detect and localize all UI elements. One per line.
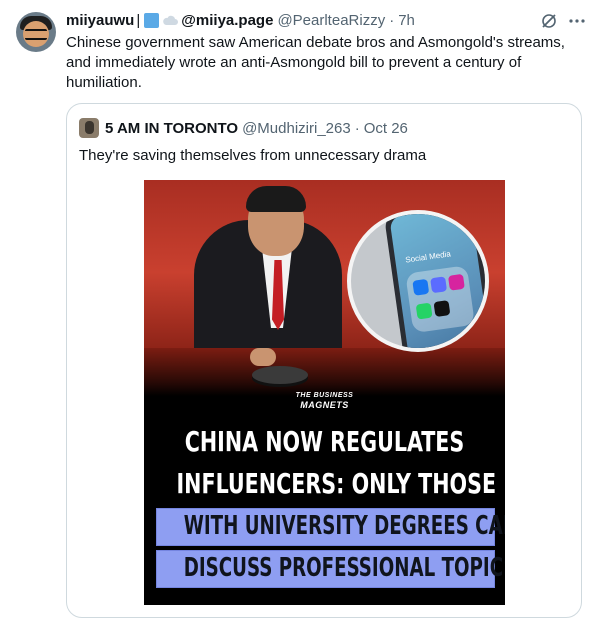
highlight-line-1: WITH UNIVERSITY DEGREES CAN xyxy=(183,511,505,541)
grok-icon[interactable] xyxy=(540,12,558,30)
more-icon[interactable] xyxy=(568,12,586,30)
author-secondary-name[interactable]: @miiya.page xyxy=(181,12,273,29)
messenger-icon xyxy=(430,276,448,294)
quoted-author-name[interactable]: 5 AM IN TORONTO xyxy=(105,120,238,137)
brand-line-1: THE BUSINESS xyxy=(295,392,354,399)
tweet-header: miiyauwu | @miiya.page @PearlteaRizzy · … xyxy=(66,10,580,30)
meta-dot: · xyxy=(389,11,395,29)
quoted-meta-dot: · xyxy=(354,119,360,137)
headline-line-1: CHINA NOW REGULATES xyxy=(184,425,465,458)
app-folder xyxy=(405,265,476,334)
whatsapp-icon xyxy=(415,302,433,320)
button-graphic xyxy=(252,366,308,384)
table-surface xyxy=(144,348,505,396)
brand-line-2: MAGNETS xyxy=(300,400,349,410)
quoted-tweet-text: They're saving themselves from unnecessa… xyxy=(79,147,427,164)
quoted-author-avatar[interactable] xyxy=(79,118,99,138)
author-display-name[interactable]: miiyauwu xyxy=(66,12,134,29)
name-separator: | xyxy=(136,11,141,29)
quoted-tweet-image[interactable]: Social Media THE BUSINESS MAGNETS CHINA … xyxy=(144,180,505,605)
instagram-icon xyxy=(447,273,465,291)
blue-square-icon xyxy=(144,12,160,28)
facebook-icon xyxy=(412,278,430,296)
quoted-author-handle[interactable]: @Mudhiziri_263 xyxy=(242,120,351,137)
inset-label: Social Media xyxy=(404,249,452,265)
tweet-time[interactable]: 7h xyxy=(398,12,415,29)
cloud-icon xyxy=(162,15,179,26)
tweet-text: Chinese government saw American debate b… xyxy=(66,34,565,91)
highlight-line-2: DISCUSS PROFESSIONAL TOPICS xyxy=(183,553,505,583)
quoted-tweet[interactable]: 5 AM IN TORONTO @Mudhiziri_263 · Oct 26 … xyxy=(66,103,582,618)
author-avatar[interactable] xyxy=(16,12,56,52)
quoted-tweet-header: 5 AM IN TORONTO @Mudhiziri_263 · Oct 26 xyxy=(79,118,408,138)
headline-line-2: INFLUENCERS: ONLY THOSE xyxy=(176,467,497,500)
author-handle[interactable]: @PearlteaRizzy xyxy=(277,12,385,29)
quoted-tweet-date[interactable]: Oct 26 xyxy=(364,120,408,137)
phone-inset: Social Media xyxy=(347,210,489,352)
x-icon xyxy=(433,300,451,318)
